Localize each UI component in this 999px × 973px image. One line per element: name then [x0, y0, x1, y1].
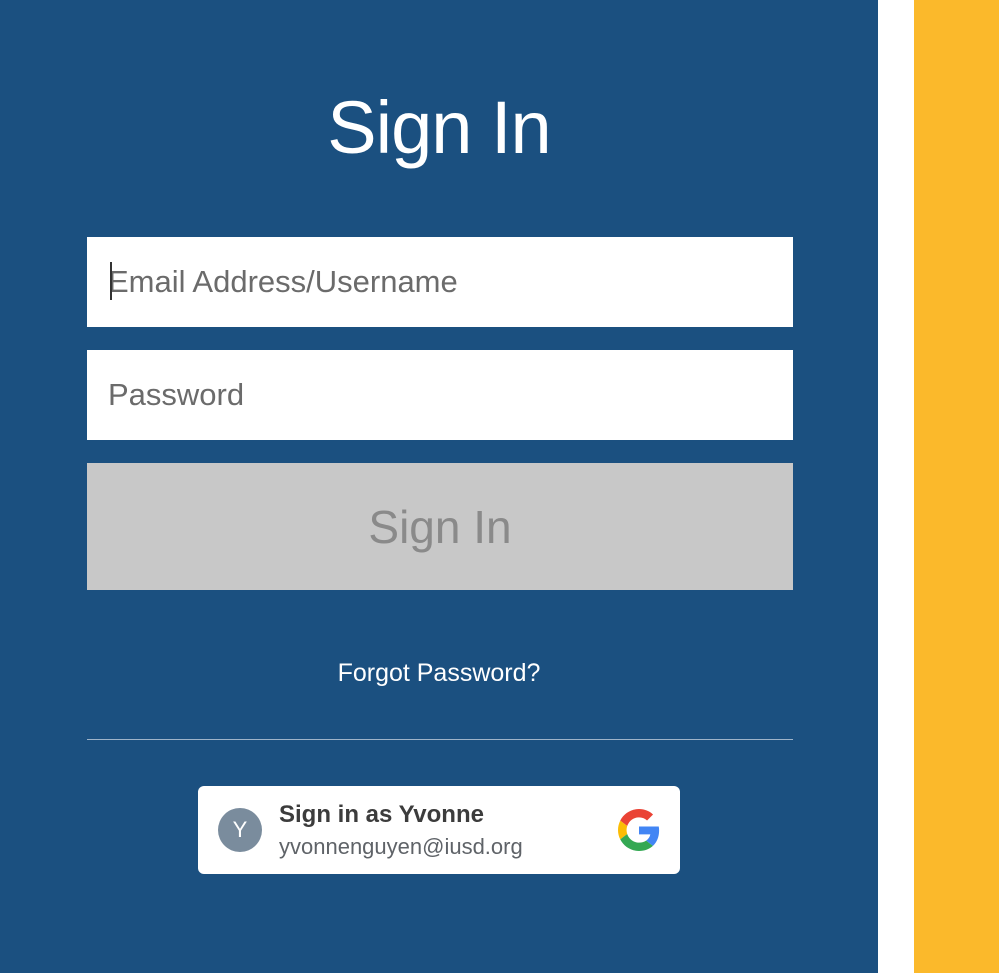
divider	[87, 739, 793, 740]
white-gap	[878, 0, 914, 973]
email-username-input[interactable]	[87, 237, 793, 327]
page-title: Sign In	[327, 86, 551, 169]
password-input[interactable]	[87, 350, 793, 440]
google-account-email: yvonnenguyen@iusd.org	[279, 834, 523, 859]
google-sign-in-button[interactable]: Y Sign in as Yvonne yvonnenguyen@iusd.or…	[198, 786, 680, 874]
google-account-label: Sign in as Yvonne	[279, 801, 484, 828]
forgot-password-link[interactable]: Forgot Password?	[0, 656, 878, 690]
accent-stripe	[914, 0, 999, 973]
signin-panel: Sign In Sign In Forgot Password? Y Sign …	[0, 0, 878, 973]
avatar: Y	[218, 808, 262, 852]
google-g-icon	[618, 809, 660, 851]
sign-in-button[interactable]: Sign In	[87, 463, 793, 590]
